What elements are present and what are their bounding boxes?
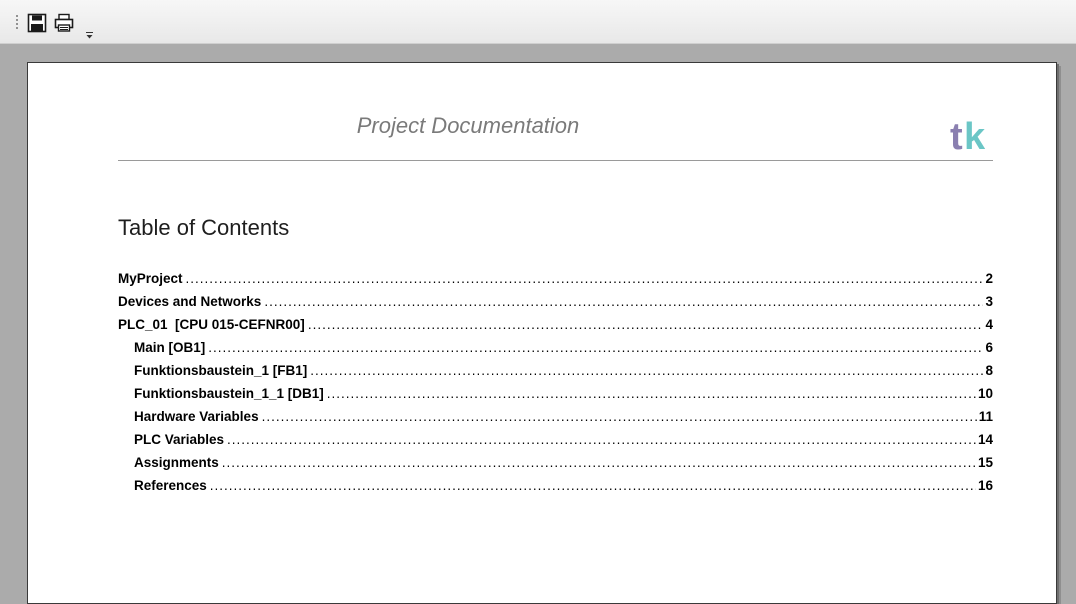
toc-entry[interactable]: Hardware Variables 11 <box>118 409 993 432</box>
toc-entry-title: PLC_01 [CPU 015-CEFNR00] <box>118 317 305 332</box>
toc-entry[interactable]: Main [OB1] 6 <box>118 340 993 363</box>
toc-entry-page: 4 <box>985 317 993 332</box>
toc-leader-dots <box>210 478 976 493</box>
toc-entry-title: Main [OB1] <box>134 340 206 355</box>
toc-entry-title: References <box>134 478 207 493</box>
document-viewport[interactable]: Project Documentation t k Table of Conte… <box>11 44 1065 604</box>
toolbar-overflow-button[interactable] <box>85 27 94 39</box>
print-button[interactable] <box>53 12 75 34</box>
toc-leader-dots <box>308 317 984 332</box>
save-icon <box>27 13 47 33</box>
toc-leader-dots <box>262 409 977 424</box>
print-icon <box>54 13 74 32</box>
toc-entry-page: 2 <box>985 271 993 286</box>
toc-leader-dots <box>264 294 983 309</box>
svg-text:t: t <box>950 116 963 157</box>
toc-entry-title: PLC Variables <box>134 432 225 447</box>
tk-logo: t k <box>950 116 986 157</box>
toc-entry-page: 14 <box>977 432 993 447</box>
toc-entry[interactable]: Funktionsbaustein_1_1 [DB1] 10 <box>118 386 993 409</box>
toc-entry-title: Funktionsbaustein_1 [FB1] <box>134 363 308 378</box>
toolbar-grip[interactable] <box>16 14 18 30</box>
toc-entry[interactable]: PLC Variables 14 <box>118 432 993 455</box>
toc-entry-page: 6 <box>985 340 993 355</box>
toc-entry-page: 11 <box>978 409 993 424</box>
toc-entry-page: 3 <box>985 294 993 309</box>
toc-entry[interactable]: MyProject 2 <box>118 271 993 294</box>
toc-leader-dots <box>327 386 976 401</box>
toc-leader-dots <box>227 432 976 447</box>
toc-entry[interactable]: References 16 <box>118 478 993 501</box>
table-of-contents: MyProject 2 Devices and Networks 3 PLC_0… <box>118 271 993 501</box>
toc-heading: Table of Contents <box>118 215 290 240</box>
toc-entry[interactable]: PLC_01 [CPU 015-CEFNR00] 4 <box>118 317 993 340</box>
toc-entry[interactable]: Devices and Networks 3 <box>118 294 993 317</box>
save-button[interactable] <box>26 12 48 34</box>
document-page: Project Documentation t k Table of Conte… <box>27 62 1057 604</box>
header-divider <box>118 160 993 161</box>
toc-entry[interactable]: Assignments 15 <box>118 455 993 478</box>
toolbar <box>0 0 1076 44</box>
chevron-down-icon <box>86 32 93 39</box>
toc-leader-dots <box>310 363 983 378</box>
toc-leader-dots <box>208 340 983 355</box>
toc-leader-dots <box>222 455 976 470</box>
toc-entry[interactable]: Funktionsbaustein_1 [FB1] 8 <box>118 363 993 386</box>
toc-entry-title: Hardware Variables <box>134 409 259 424</box>
toc-entry-title: Devices and Networks <box>118 294 262 309</box>
page-header-title: Project Documentation <box>356 113 580 138</box>
toc-entry-title: Assignments <box>134 455 219 470</box>
toc-entry-title: Funktionsbaustein_1_1 [DB1] <box>134 386 324 401</box>
svg-text:k: k <box>964 116 986 157</box>
toc-entry-title: MyProject <box>118 271 183 286</box>
toc-entry-page: 10 <box>977 386 993 401</box>
toc-entry-page: 15 <box>977 455 993 470</box>
toc-entry-page: 8 <box>985 363 993 378</box>
toc-entry-page: 16 <box>977 478 993 493</box>
toc-leader-dots <box>186 271 984 286</box>
